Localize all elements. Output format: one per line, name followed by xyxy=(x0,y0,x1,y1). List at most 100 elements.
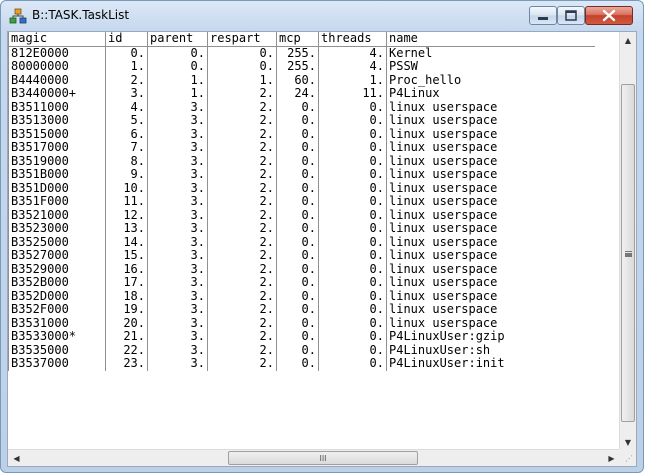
table-header-row: magic id parent respart mcp threads name xyxy=(8,32,595,47)
cell-mcp: 0. xyxy=(276,113,319,128)
cell-threads: 0. xyxy=(318,356,387,371)
table-row[interactable]: B351F000 11. 3. 2. 0. 0. linux userspace xyxy=(8,194,595,209)
cell-magic: B351F000 xyxy=(8,194,106,209)
cell-parent: 3. xyxy=(147,248,208,263)
column-header-respart[interactable]: respart xyxy=(207,32,277,47)
cell-magic: B3521000 xyxy=(8,208,106,222)
table-row[interactable]: B3525000 14. 3. 2. 0. 0. linux userspace xyxy=(8,235,595,249)
cell-respart: 2. xyxy=(207,127,277,141)
cell-respart: 2. xyxy=(207,140,277,155)
cell-parent: 3. xyxy=(147,167,208,182)
cell-parent: 0. xyxy=(147,46,208,60)
cell-id: 14. xyxy=(105,235,148,249)
cell-parent: 3. xyxy=(147,275,208,290)
cell-respart: 2. xyxy=(207,356,277,371)
cell-threads: 0. xyxy=(318,302,387,317)
table-row[interactable]: B3517000 7. 3. 2. 0. 0. linux userspace xyxy=(8,140,595,155)
cell-magic: B351D000 xyxy=(8,181,106,195)
cell-magic: B3523000 xyxy=(8,221,106,236)
cell-magic: B3513000 xyxy=(8,113,106,128)
cell-mcp: 0. xyxy=(276,127,319,141)
cell-name: linux userspace xyxy=(386,221,595,236)
minimize-icon xyxy=(538,17,548,20)
cell-magic: B3529000 xyxy=(8,262,106,276)
table-row[interactable]: B3529000 16. 3. 2. 0. 0. linux userspace xyxy=(8,262,595,276)
table-row[interactable]: B351B000 9. 3. 2. 0. 0. linux userspace xyxy=(8,167,595,182)
cell-id: 13. xyxy=(105,221,148,236)
table-row[interactable]: B352B000 17. 3. 2. 0. 0. linux userspace xyxy=(8,275,595,290)
cell-parent: 3. xyxy=(147,181,208,195)
cell-name: P4LinuxUser:sh xyxy=(386,343,595,357)
cell-mcp: 0. xyxy=(276,208,319,222)
cell-name: PSSW xyxy=(386,59,595,74)
cell-name: linux userspace xyxy=(386,289,595,303)
title-bar[interactable]: B::TASK.TaskList xyxy=(1,1,643,31)
cell-respart: 1. xyxy=(207,73,277,87)
table-row[interactable]: B3521000 12. 3. 2. 0. 0. linux userspace xyxy=(8,208,595,222)
cell-respart: 2. xyxy=(207,167,277,182)
cell-parent: 3. xyxy=(147,221,208,236)
cell-id: 6. xyxy=(105,127,148,141)
cell-threads: 0. xyxy=(318,343,387,357)
table-row[interactable]: B3531000 20. 3. 2. 0. 0. linux userspace xyxy=(8,316,595,330)
column-header-magic[interactable]: magic xyxy=(8,32,106,47)
table-row[interactable]: B3535000 22. 3. 2. 0. 0. P4LinuxUser:sh xyxy=(8,343,595,357)
cell-respart: 2. xyxy=(207,113,277,128)
maximize-button[interactable] xyxy=(557,6,585,25)
table-row[interactable]: B3515000 6. 3. 2. 0. 0. linux userspace xyxy=(8,127,595,141)
cell-threads: 0. xyxy=(318,154,387,168)
column-header-id[interactable]: id xyxy=(105,32,148,47)
table-row[interactable]: 80000000 1. 0. 0. 255. 4. PSSW xyxy=(8,59,595,74)
table-row[interactable]: B3523000 13. 3. 2. 0. 0. linux userspace xyxy=(8,221,595,236)
cell-id: 11. xyxy=(105,194,148,209)
close-button[interactable] xyxy=(585,6,633,25)
table-row[interactable]: B3527000 15. 3. 2. 0. 0. linux userspace xyxy=(8,248,595,263)
column-header-name[interactable]: name xyxy=(386,32,595,47)
cell-name: linux userspace xyxy=(386,154,595,168)
horizontal-scroll-thumb[interactable]: III xyxy=(228,451,418,465)
cell-mcp: 0. xyxy=(276,194,319,209)
close-icon xyxy=(602,9,616,22)
table-row[interactable]: B352F000 19. 3. 2. 0. 0. linux userspace xyxy=(8,302,595,317)
table-row[interactable]: B351D000 10. 3. 2. 0. 0. linux userspace xyxy=(8,181,595,195)
cell-respart: 2. xyxy=(207,302,277,317)
cell-name: linux userspace xyxy=(386,167,595,182)
table-row[interactable]: B4440000 2. 1. 1. 60. 1. Proc_hello xyxy=(8,73,595,87)
cell-respart: 2. xyxy=(207,248,277,263)
cell-respart: 2. xyxy=(207,343,277,357)
table-row[interactable]: B3533000* 21. 3. 2. 0. 0. P4LinuxUser:gzip xyxy=(8,329,595,344)
horizontal-scrollbar[interactable]: ◀ III ▶ xyxy=(8,449,620,466)
table-row[interactable]: B352D000 18. 3. 2. 0. 0. linux userspace xyxy=(8,289,595,303)
arrow-up-icon: ▲ xyxy=(624,36,632,45)
table-row[interactable]: B3513000 5. 3. 2. 0. 0. linux userspace xyxy=(8,113,595,128)
cell-name: linux userspace xyxy=(386,100,595,114)
minimize-button[interactable] xyxy=(529,6,557,25)
cell-magic: 812E0000 xyxy=(8,46,106,60)
table-row[interactable]: 812E0000 0. 0. 0. 255. 4. Kernel xyxy=(8,46,595,60)
cell-parent: 3. xyxy=(147,316,208,330)
table-row[interactable]: B3519000 8. 3. 2. 0. 0. linux userspace xyxy=(8,154,595,168)
vertical-scrollbar[interactable]: ▲ ▼ xyxy=(619,32,636,451)
cell-id: 7. xyxy=(105,140,148,155)
cell-magic: B3511000 xyxy=(8,100,106,114)
scroll-left-button[interactable]: ◀ xyxy=(8,450,25,466)
cell-mcp: 0. xyxy=(276,275,319,290)
column-header-parent[interactable]: parent xyxy=(147,32,208,47)
cell-mcp: 0. xyxy=(276,289,319,303)
table-row[interactable]: B3440000+ 3. 1. 2. 24. 11. P4Linux xyxy=(8,86,595,101)
vertical-scroll-thumb[interactable] xyxy=(621,84,635,422)
column-header-threads[interactable]: threads xyxy=(318,32,387,47)
cell-magic: B3527000 xyxy=(8,248,106,263)
cell-respart: 2. xyxy=(207,329,277,344)
table-row[interactable]: B3537000 23. 3. 2. 0. 0. P4LinuxUser:init xyxy=(8,356,595,371)
cell-magic: B3440000+ xyxy=(8,86,106,101)
scroll-up-button[interactable]: ▲ xyxy=(620,32,636,49)
cell-mcp: 255. xyxy=(276,59,319,74)
cell-threads: 0. xyxy=(318,289,387,303)
resize-grip[interactable]: ⋰ xyxy=(619,449,636,466)
cell-respart: 2. xyxy=(207,221,277,236)
table-row[interactable]: B3511000 4. 3. 2. 0. 0. linux userspace xyxy=(8,100,595,114)
cell-magic: B351B000 xyxy=(8,167,106,182)
column-header-mcp[interactable]: mcp xyxy=(276,32,319,47)
scroll-right-button[interactable]: ▶ xyxy=(603,450,620,466)
